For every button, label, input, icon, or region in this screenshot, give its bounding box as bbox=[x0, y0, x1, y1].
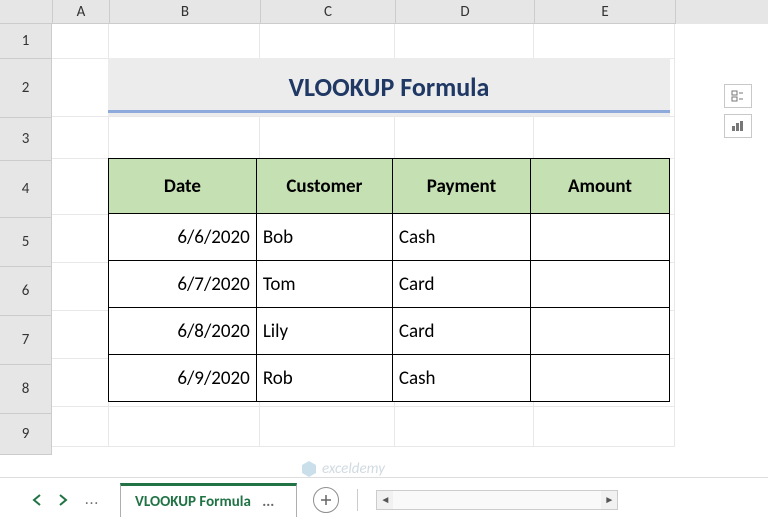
scroll-left-icon[interactable]: ◄ bbox=[377, 492, 393, 508]
sheet-tab-bar: ... VLOOKUP Formula ... ◄ ► bbox=[0, 477, 768, 521]
watermark-text: exceldemy bbox=[322, 460, 385, 478]
cell-customer[interactable]: Bob bbox=[256, 214, 392, 261]
cell-amount[interactable] bbox=[531, 261, 670, 308]
table-row: 6/7/2020 Tom Card bbox=[109, 261, 670, 308]
row-header-4[interactable]: 4 bbox=[0, 161, 52, 218]
cell-payment[interactable]: Cash bbox=[392, 214, 530, 261]
table-row: 6/9/2020 Rob Cash bbox=[109, 355, 670, 402]
worksheet-area: A B C D E 1 2 3 4 5 6 7 8 9 bbox=[0, 0, 768, 478]
cell-amount[interactable] bbox=[531, 355, 670, 402]
column-headers: A B C D E bbox=[0, 0, 768, 24]
format-options-button[interactable] bbox=[724, 84, 752, 108]
tab-label: VLOOKUP Formula bbox=[135, 493, 251, 511]
row-header-6[interactable]: 6 bbox=[0, 267, 52, 316]
cell-payment[interactable]: Card bbox=[392, 261, 530, 308]
cell-customer[interactable]: Lily bbox=[256, 308, 392, 355]
horizontal-scrollbar[interactable]: ◄ ► bbox=[376, 490, 618, 510]
cell-date[interactable]: 6/9/2020 bbox=[109, 355, 257, 402]
table-row: 6/8/2020 Lily Card bbox=[109, 308, 670, 355]
col-header-D[interactable]: D bbox=[396, 0, 535, 24]
row-header-2[interactable]: 2 bbox=[0, 59, 52, 118]
title-underline bbox=[108, 110, 670, 113]
scroll-track[interactable] bbox=[393, 491, 601, 509]
th-payment[interactable]: Payment bbox=[392, 159, 530, 214]
cell-amount[interactable] bbox=[531, 214, 670, 261]
nav-more-sheets[interactable]: ... bbox=[78, 491, 106, 509]
add-sheet-button[interactable] bbox=[313, 487, 339, 513]
th-customer[interactable]: Customer bbox=[256, 159, 392, 214]
col-header-A[interactable]: A bbox=[53, 0, 110, 24]
divider bbox=[357, 489, 358, 511]
select-all-corner[interactable] bbox=[0, 0, 53, 24]
floating-buttons bbox=[724, 84, 752, 138]
table-header-row: Date Customer Payment Amount bbox=[109, 159, 670, 214]
col-header-E[interactable]: E bbox=[535, 0, 676, 24]
tab-active[interactable]: VLOOKUP Formula ... bbox=[120, 483, 297, 517]
th-amount[interactable]: Amount bbox=[531, 159, 670, 214]
sheet-nav: ... bbox=[0, 489, 106, 511]
tab-truncation: ... bbox=[254, 493, 282, 511]
chart-options-button[interactable] bbox=[724, 114, 752, 138]
cell-amount[interactable] bbox=[531, 308, 670, 355]
page-title[interactable]: VLOOKUP Formula bbox=[108, 58, 670, 116]
cell-date[interactable]: 6/7/2020 bbox=[109, 261, 257, 308]
cell-customer[interactable]: Tom bbox=[256, 261, 392, 308]
cell-date[interactable]: 6/6/2020 bbox=[109, 214, 257, 261]
cell-payment[interactable]: Cash bbox=[392, 355, 530, 402]
cell-date[interactable]: 6/8/2020 bbox=[109, 308, 257, 355]
cells-grid[interactable]: VLOOKUP Formula Date Customer Payment Am… bbox=[52, 24, 768, 455]
th-date[interactable]: Date bbox=[109, 159, 257, 214]
row-header-8[interactable]: 8 bbox=[0, 365, 52, 414]
watermark: exceldemy bbox=[300, 460, 385, 478]
row-header-7[interactable]: 7 bbox=[0, 316, 52, 365]
nav-next-icon[interactable] bbox=[52, 489, 74, 511]
data-table: Date Customer Payment Amount 6/6/2020 Bo… bbox=[108, 158, 670, 402]
row-header-3[interactable]: 3 bbox=[0, 118, 52, 161]
row-header-5[interactable]: 5 bbox=[0, 218, 52, 267]
cell-payment[interactable]: Card bbox=[392, 308, 530, 355]
col-header-C[interactable]: C bbox=[261, 0, 396, 24]
table-row: 6/6/2020 Bob Cash bbox=[109, 214, 670, 261]
cell-customer[interactable]: Rob bbox=[256, 355, 392, 402]
row-headers: 1 2 3 4 5 6 7 8 9 bbox=[0, 24, 52, 455]
scroll-right-icon[interactable]: ► bbox=[601, 492, 617, 508]
row-header-1[interactable]: 1 bbox=[0, 24, 52, 59]
row-header-9[interactable]: 9 bbox=[0, 414, 52, 455]
nav-prev-icon[interactable] bbox=[26, 489, 48, 511]
col-header-B[interactable]: B bbox=[110, 0, 261, 24]
